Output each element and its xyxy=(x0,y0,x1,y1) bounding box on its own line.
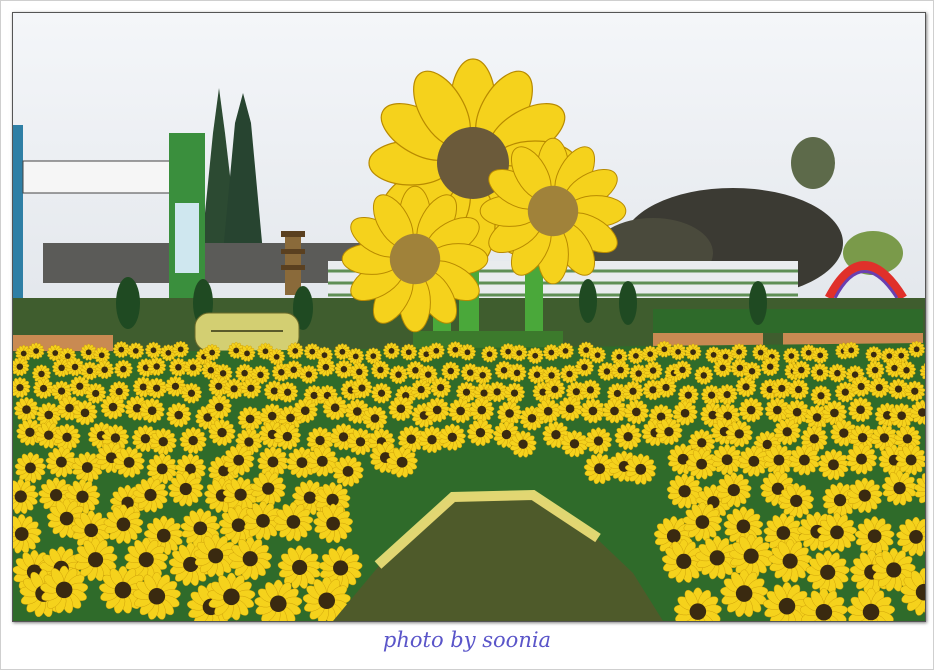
photo-credit: photo by soonia xyxy=(382,628,552,652)
sunflower-scene xyxy=(13,13,925,621)
sunflower-garden-photo xyxy=(12,12,926,622)
photo-frame xyxy=(0,0,934,670)
